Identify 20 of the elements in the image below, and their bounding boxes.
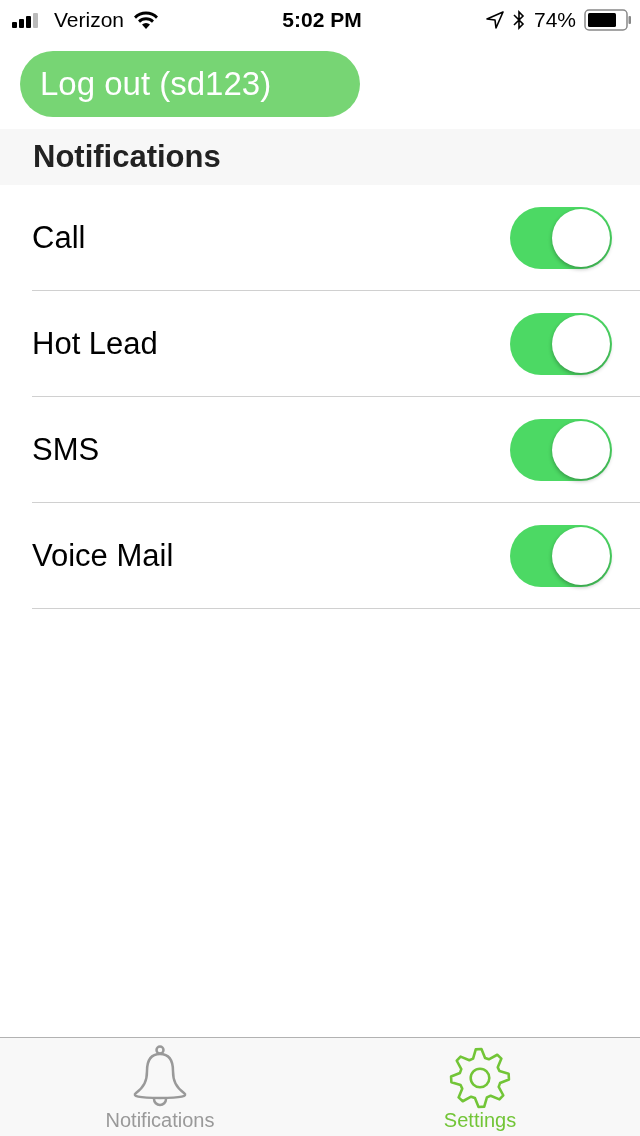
setting-label: Hot Lead bbox=[32, 325, 158, 362]
logout-button[interactable]: Log out (sd123) bbox=[20, 51, 360, 117]
location-arrow-icon bbox=[485, 11, 504, 29]
settings-icon bbox=[449, 1047, 511, 1109]
toggle-switch[interactable] bbox=[510, 312, 612, 375]
toggle-switch[interactable] bbox=[510, 418, 612, 481]
bluetooth-icon bbox=[511, 9, 526, 31]
setting-label: Call bbox=[32, 219, 86, 256]
toggle-switch[interactable] bbox=[510, 524, 612, 587]
wifi-icon bbox=[132, 10, 161, 30]
clock-time: 5:02 PM bbox=[282, 8, 362, 32]
setting-label: Voice Mail bbox=[32, 537, 174, 574]
section-title: Notifications bbox=[33, 139, 221, 175]
tab-item[interactable]: Settings bbox=[320, 1038, 640, 1136]
setting-label: SMS bbox=[32, 431, 100, 468]
battery-icon bbox=[584, 9, 632, 31]
carrier-name: Verizon bbox=[54, 8, 125, 32]
tab-item[interactable]: Notifications bbox=[0, 1038, 320, 1136]
toggle-switch[interactable] bbox=[510, 206, 612, 269]
battery-percentage: 74% bbox=[533, 8, 576, 32]
